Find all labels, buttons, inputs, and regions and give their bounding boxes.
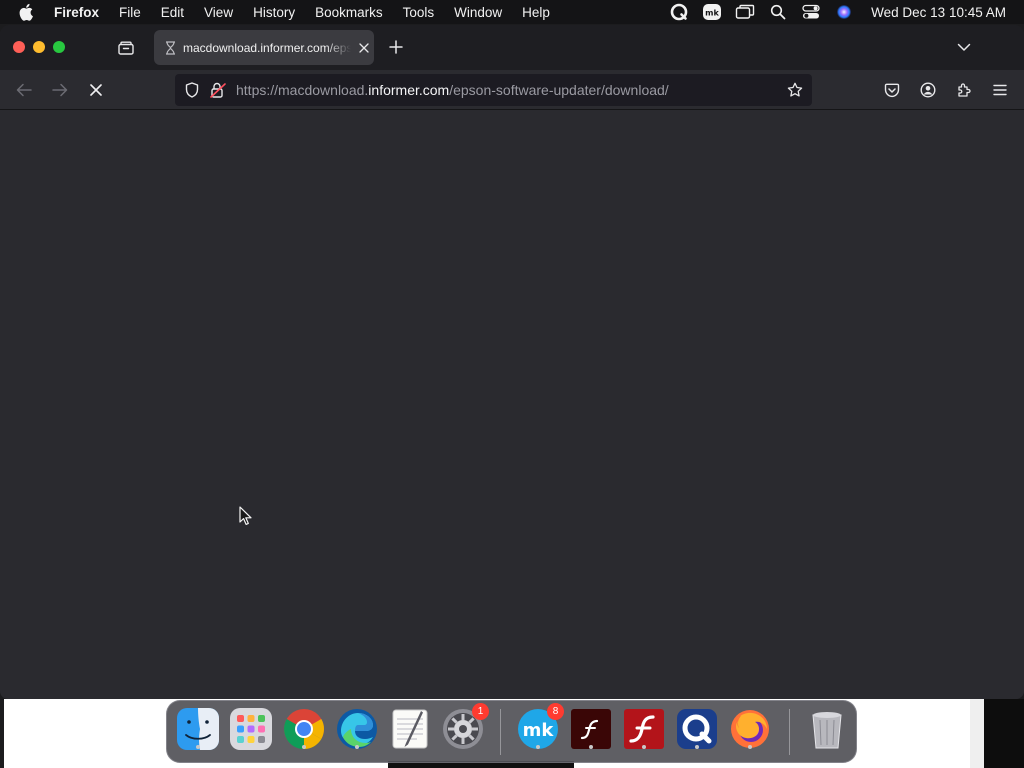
tracking-protection-shield-icon[interactable] [183,81,201,99]
tab-strip: macdownload.informer.com/epson-software-… [0,25,1024,70]
dock-app-firefox[interactable] [728,707,772,751]
menu-file[interactable]: File [109,5,151,20]
svg-text:mk: mk [523,720,555,741]
dock-app-edge[interactable] [335,707,379,751]
quicktime-status-icon[interactable] [666,0,692,24]
running-indicator [642,745,646,749]
back-arrow-icon[interactable] [13,79,35,101]
page-content-loading[interactable] [0,110,1024,699]
window-switcher-icon[interactable] [732,0,758,24]
tab-close-icon[interactable] [357,41,371,55]
menu-help[interactable]: Help [512,5,560,20]
dock-app-launchpad[interactable] [229,707,273,751]
url-text[interactable]: https://macdownload.informer.com/epson-s… [236,82,669,98]
pocket-icon[interactable] [881,79,903,101]
launchpad-grid-icon [230,708,272,750]
desktop-background [984,699,1024,768]
dock-app-quicktime[interactable] [675,707,719,751]
insecure-lock-icon[interactable] [209,81,227,99]
running-indicator [536,745,540,749]
url-host: informer.com [368,82,450,98]
svg-text:mk: mk [705,9,719,18]
bookmark-star-icon[interactable] [785,80,805,100]
mackeeper-status-icon[interactable]: mk [699,0,725,24]
url-path: /epson-software-updater/download/ [449,82,669,98]
firefox-view-icon [118,41,134,55]
menu-edit[interactable]: Edit [151,5,194,20]
stop-loading-x-icon[interactable] [85,79,107,101]
control-center-icon[interactable] [798,0,824,24]
list-all-tabs-chevron-icon[interactable] [954,37,974,57]
mouse-pointer-icon [239,506,252,525]
new-tab-plus-icon[interactable] [386,37,406,57]
dock-app-system-settings[interactable]: 1 [441,703,489,751]
menu-bookmarks[interactable]: Bookmarks [305,5,393,20]
dock-app-flash-install-manager[interactable] [622,707,666,751]
menu-clock[interactable]: Wed Dec 13 10:45 AM [871,5,1006,20]
running-indicator [748,745,752,749]
menu-tools[interactable]: Tools [393,5,445,20]
account-icon[interactable] [917,79,939,101]
spotlight-search-icon[interactable] [765,0,791,24]
running-indicator [355,745,359,749]
window-zoom-button[interactable] [53,41,65,53]
mackeeper-badge: 8 [547,703,564,720]
background-window-edge [970,699,984,768]
tab-title: macdownload.informer.com/epson-software-… [183,40,351,55]
url-prefix: https://macdownload. [236,82,369,98]
dock-app-mackeeper[interactable]: mk 8 [516,703,564,751]
dock-app-trash[interactable] [805,707,849,751]
dock-separator [500,709,501,755]
settings-badge: 1 [472,703,489,720]
url-bar[interactable]: https://macdownload.informer.com/epson-s… [175,74,812,106]
browser-window: macdownload.informer.com/epson-software-… [0,25,1024,699]
hamburger-menu-icon[interactable] [989,79,1011,101]
status-area: mk Wed Dec 13 10:45 AM [659,0,1024,24]
browser-tab-active[interactable]: macdownload.informer.com/epson-software-… [154,30,374,65]
running-indicator [695,745,699,749]
dock: 1 mk 8 [166,700,857,763]
dock-app-textedit[interactable] [388,707,432,751]
menu-window[interactable]: Window [444,5,512,20]
window-close-button[interactable] [13,41,25,53]
siri-icon[interactable] [831,0,857,24]
extensions-puzzle-icon[interactable] [953,79,975,101]
dock-app-finder[interactable] [176,707,220,751]
trash-icon [812,712,842,749]
menu-view[interactable]: View [194,5,243,20]
menu-history[interactable]: History [243,5,305,20]
running-indicator [196,745,200,749]
running-indicator [302,745,306,749]
menu-bar: Firefox File Edit View History Bookmarks… [0,0,1024,24]
navigation-toolbar: https://macdownload.informer.com/epson-s… [0,70,1024,110]
running-indicator [589,745,593,749]
textedit-icon [392,709,428,749]
window-minimize-button[interactable] [33,41,45,53]
apple-icon[interactable] [16,1,38,23]
forward-arrow-icon[interactable] [49,79,71,101]
dock-separator-trash [789,709,790,755]
menu-app-name[interactable]: Firefox [44,5,109,20]
loading-hourglass-icon [163,40,177,55]
dock-app-flash-player[interactable] [569,707,613,751]
firefox-view-button[interactable] [114,37,138,59]
dock-app-chrome[interactable] [282,707,326,751]
